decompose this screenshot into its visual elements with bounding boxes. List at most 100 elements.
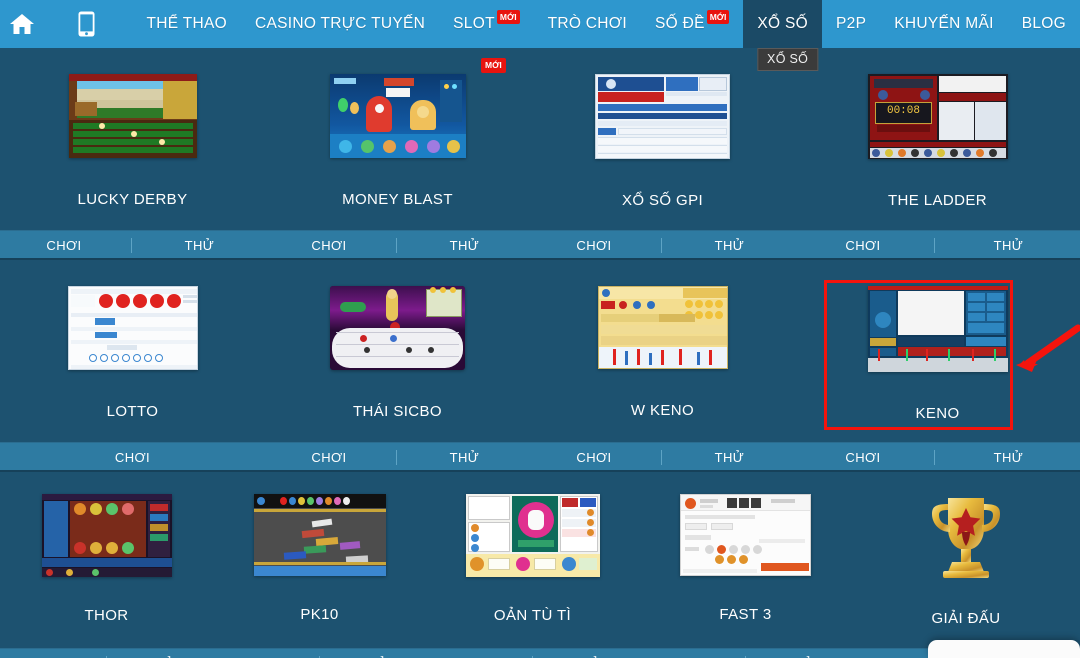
action-cell: CHƠI — [0, 443, 265, 471]
game-tile-thai-sicbo[interactable]: THÁI SICBO — [265, 260, 530, 420]
lucky-derby-thumbnail — [68, 74, 197, 158]
nav-item-list: THỂ THAO CASINO TRỰC TUYẾN SLOT MỚI TRÒ … — [132, 0, 1080, 71]
play-button[interactable]: CHƠI — [305, 450, 352, 465]
main-navigation-bar: THỂ THAO CASINO TRỰC TUYẾN SLOT MỚI TRÒ … — [0, 0, 1080, 71]
try-button[interactable]: THỬ — [444, 450, 486, 465]
play-button[interactable]: CHƠI — [839, 238, 886, 253]
fast-3-thumbnail — [680, 494, 811, 576]
game-tile-thor[interactable]: THOR — [0, 472, 213, 624]
game-tile-giai-dau[interactable]: GIẢI ĐẤU — [852, 472, 1080, 627]
keno-thumbnail — [867, 286, 1008, 372]
game-tile-pk10[interactable]: PK10 — [213, 472, 426, 623]
oan-tu-ti-thumbnail — [465, 494, 600, 577]
nav-item-tro-choi[interactable]: TRÒ CHƠI — [534, 0, 641, 48]
action-row-1: CHƠI THỬ CHƠI THỬ CHƠI THỬ CHƠI THỬ — [0, 230, 1080, 260]
game-tile-label: LOTTO — [106, 403, 159, 420]
game-tile-label: KENO — [915, 405, 960, 422]
try-button[interactable]: THỬ — [988, 450, 1030, 465]
game-grid-content: MỚI LUCKY DERBY MONEY BLAST XỔ SỐ GPI 00… — [0, 48, 1080, 658]
game-tile-w-keno[interactable]: W KENO — [530, 260, 795, 419]
game-row-3: THOR PK10 OẢN TÙ TÌ FAST 3 GIẢI ĐẤU — [0, 472, 1080, 627]
game-tile-label: OẢN TÙ TÌ — [493, 607, 572, 624]
play-button[interactable]: CHƠI — [570, 238, 617, 253]
play-button[interactable]: CHƠI — [839, 450, 886, 465]
play-button[interactable]: CHƠI — [305, 238, 352, 253]
nav-item-blog[interactable]: BLOG — [1008, 0, 1080, 48]
action-cell: CHƠI — [530, 443, 658, 471]
action-cell: CHƠI — [265, 443, 393, 471]
trophy-icon — [918, 494, 1014, 580]
thumbnail-wrap — [597, 286, 728, 369]
game-tile-xo-so-gpi[interactable]: XỔ SỐ GPI — [530, 48, 795, 209]
new-badge-icon: MỚI — [706, 10, 730, 24]
nav-item-the-thao[interactable]: THỂ THAO — [132, 0, 240, 48]
thor-thumbnail — [41, 494, 172, 577]
game-tile-keno[interactable]: KENO — [795, 260, 1080, 422]
page-root: THỂ THAO CASINO TRỰC TUYẾN SLOT MỚI TRÒ … — [0, 0, 1080, 658]
thumbnail-wrap — [253, 494, 386, 576]
mobile-phone-icon[interactable] — [66, 0, 106, 48]
game-tile-lucky-derby[interactable]: LUCKY DERBY — [0, 48, 265, 208]
play-button[interactable]: CHƠI — [570, 450, 617, 465]
home-icon[interactable] — [2, 0, 42, 48]
action-row-2: CHƠI CHƠI THỬ CHƠI THỬ CHƠI THỬ — [0, 442, 1080, 472]
nav-item-p2p[interactable]: P2P — [822, 0, 880, 48]
game-tile-lotto[interactable]: LOTTO — [0, 260, 265, 420]
game-tile-fast-3[interactable]: FAST 3 — [639, 472, 852, 623]
action-cell: THỬ — [399, 231, 530, 259]
action-cell: THỬ — [134, 231, 265, 259]
action-cell: THỬ — [109, 649, 213, 658]
try-button[interactable]: THỬ — [709, 450, 751, 465]
nav-item-label: BLOG — [1021, 15, 1066, 32]
new-badge-icon: MỚI — [496, 10, 520, 24]
action-cell: CHƠI — [795, 443, 931, 471]
try-button[interactable]: THỬ — [444, 238, 486, 253]
pk10-thumbnail — [253, 494, 386, 576]
nav-item-xo-so[interactable]: XỔ SỐ XỔ SỐ — [743, 0, 823, 71]
thumbnail-wrap — [918, 494, 1014, 580]
thumbnail-wrap — [67, 286, 198, 370]
nav-tooltip: XỔ SỐ — [757, 48, 819, 71]
action-cell: THỬ — [322, 649, 426, 658]
game-tile-label: PK10 — [300, 606, 339, 623]
nav-item-label: TRÒ CHƠI — [547, 15, 627, 32]
support-widget-panel[interactable] — [928, 640, 1080, 658]
try-button[interactable]: THỬ — [179, 238, 221, 253]
money-blast-thumbnail — [329, 74, 466, 158]
game-row-2: LOTTO THÁI SICBO W KENO KENO — [0, 260, 1080, 430]
game-tile-the-ladder[interactable]: 00:08 THE LADDER — [795, 48, 1080, 209]
thumbnail-wrap: 00:08 — [867, 74, 1008, 159]
action-cell: THỬ — [664, 231, 795, 259]
nav-item-so-de[interactable]: SỐ ĐỀ MỚI — [641, 0, 743, 48]
thumbnail-wrap — [465, 494, 600, 577]
play-button[interactable]: CHƠI — [40, 238, 87, 253]
try-button[interactable]: THỬ — [988, 238, 1030, 253]
nav-item-label: P2P — [836, 15, 867, 32]
nav-item-label: SLOT — [453, 15, 495, 32]
game-tile-label: GIẢI ĐẤU — [931, 610, 1001, 627]
nav-item-slot[interactable]: SLOT MỚI — [439, 0, 533, 48]
action-cell: THỬ — [937, 231, 1080, 259]
thumbnail-wrap — [680, 494, 811, 576]
the-ladder-thumbnail: 00:08 — [867, 74, 1008, 159]
game-tile-label: MONEY BLAST — [342, 191, 453, 208]
the-ladder-timer: 00:08 — [886, 105, 920, 117]
try-button[interactable]: THỬ — [709, 238, 751, 253]
action-cell: CHƠI — [0, 649, 103, 658]
action-cell: CHƠI — [265, 231, 393, 259]
nav-item-casino-truc-tuyen[interactable]: CASINO TRỰC TUYẾN — [241, 0, 439, 48]
game-tile-oan-tu-ti[interactable]: OẢN TÙ TÌ — [426, 472, 639, 624]
nav-item-label: XỔ SỐ — [757, 15, 809, 32]
action-cell: THỬ — [748, 649, 852, 658]
nav-item-label: THỂ THAO — [146, 15, 227, 32]
xo-so-gpi-thumbnail — [595, 74, 730, 159]
thumbnail-wrap — [330, 286, 465, 370]
nav-item-khuyen-mai[interactable]: KHUYẾN MÃI — [880, 0, 1007, 48]
nav-item-label: CASINO TRỰC TUYẾN — [254, 15, 426, 32]
play-button[interactable]: CHƠI — [109, 450, 156, 465]
money-blast-new-badge: MỚI — [481, 58, 506, 73]
thumbnail-wrap — [41, 494, 172, 577]
thumbnail-wrap — [68, 74, 197, 158]
action-cell: THỬ — [399, 443, 530, 471]
action-cell: CHƠI — [530, 231, 658, 259]
